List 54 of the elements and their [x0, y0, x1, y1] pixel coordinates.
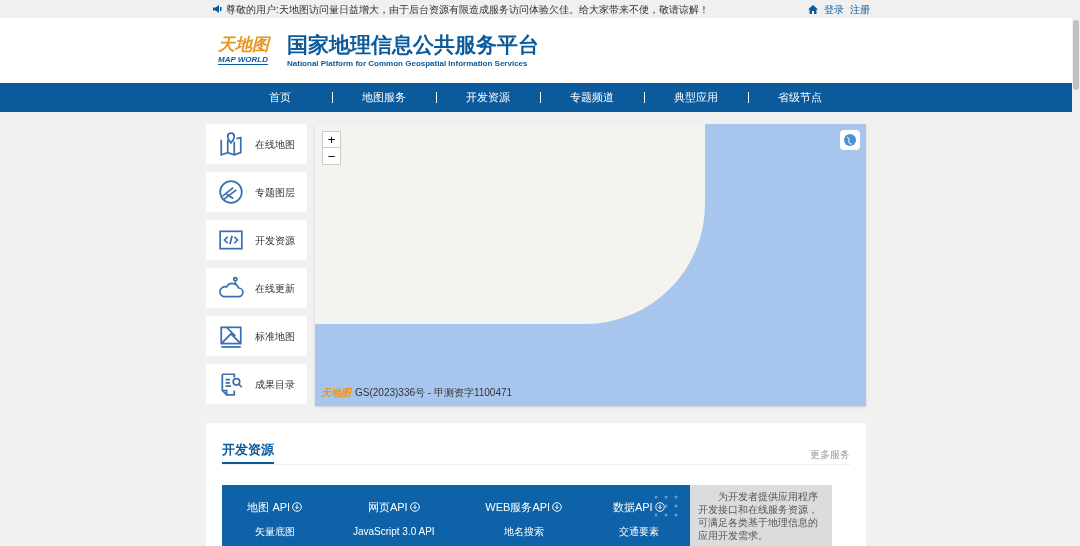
home-icon[interactable]	[808, 4, 818, 14]
auth-link[interactable]: 注册	[850, 1, 870, 17]
map-icon	[218, 323, 244, 349]
api-link[interactable]: WEB服务API	[485, 499, 563, 516]
site-subtitle: National Platform for Common Geospatial Information Services	[287, 58, 529, 69]
api-item-link[interactable]: 交通要素	[618, 523, 659, 539]
globe-button[interactable]	[840, 130, 860, 150]
side-menu-item[interactable]: 标准地图	[206, 316, 307, 356]
map[interactable]: + − 天地图 GS(2023)336号 - 甲测资字1100471	[315, 124, 866, 406]
nav-link[interactable]: 典型应用	[644, 89, 748, 106]
download-icon	[552, 502, 563, 513]
section-title: 开发资源	[222, 439, 274, 464]
download-icon	[654, 502, 665, 513]
layers-icon	[218, 179, 244, 205]
side-menu-item[interactable]: 成果目录	[206, 364, 307, 404]
nav-link[interactable]: 首页	[228, 89, 332, 106]
side-menu-item[interactable]: 开发资源	[206, 220, 307, 260]
logo-subtext: MAP WORLD	[218, 56, 268, 65]
auth-link[interactable]: 登录	[824, 1, 844, 17]
side-menu-item[interactable]: 专题图层	[206, 172, 307, 212]
side-menu-label: 专题图层	[255, 185, 295, 200]
download-icon	[292, 502, 303, 513]
document-search-icon	[218, 371, 244, 397]
map-logo-text: 天地图	[321, 386, 351, 400]
download-icon	[409, 502, 420, 513]
side-menu-item[interactable]: 在线地图	[206, 124, 307, 164]
side-menu-item[interactable]: 在线更新	[206, 268, 307, 308]
notice-text: 尊敬的用户:天地图访问量日益增大，由于后台资源有限造成服务访问体验欠佳。给大家带来不便，敬请谅解！	[226, 2, 709, 17]
zoom-out-button[interactable]: −	[323, 148, 340, 164]
speaker-icon	[213, 5, 222, 13]
api-link[interactable]: 地图 API	[247, 499, 303, 516]
zoom-in-button[interactable]: +	[323, 132, 340, 148]
side-menu-label: 在线更新	[255, 281, 295, 296]
cloud-icon	[218, 275, 244, 301]
nav-link[interactable]: 地图服务	[332, 89, 436, 106]
nav-link[interactable]: 专题频道	[540, 89, 644, 106]
api-item-link[interactable]: JavaScript 3.0 API	[352, 523, 435, 539]
code-icon	[218, 227, 244, 253]
side-menu-label: 在线地图	[255, 137, 295, 152]
side-menu-label: 标准地图	[255, 329, 295, 344]
globe-icon	[843, 133, 857, 147]
logo-text: 天地图	[217, 36, 269, 53]
api-item-link[interactable]: 矢量底图	[254, 523, 295, 539]
side-menu-label: 开发资源	[255, 233, 295, 248]
api-link[interactable]: 数据API	[612, 499, 665, 516]
side-menu-label: 成果目录	[255, 377, 295, 392]
api-link[interactable]: 网页API	[367, 499, 420, 516]
map-pin-icon	[218, 131, 244, 157]
description-text: 为开发者提供应用程序开发接口和在线服务资源，可满足各类基于地理信息的应用开发需求。	[698, 490, 819, 542]
site-title: 国家地理信息公共服务平台	[287, 32, 539, 59]
api-item-link[interactable]: 地名搜索	[503, 523, 544, 539]
map-attribution: GS(2023)336号 - 甲测资字1100471	[355, 386, 513, 400]
nav-link[interactable]: 开发资源	[436, 89, 540, 106]
nav-link[interactable]: 省级节点	[748, 89, 852, 106]
